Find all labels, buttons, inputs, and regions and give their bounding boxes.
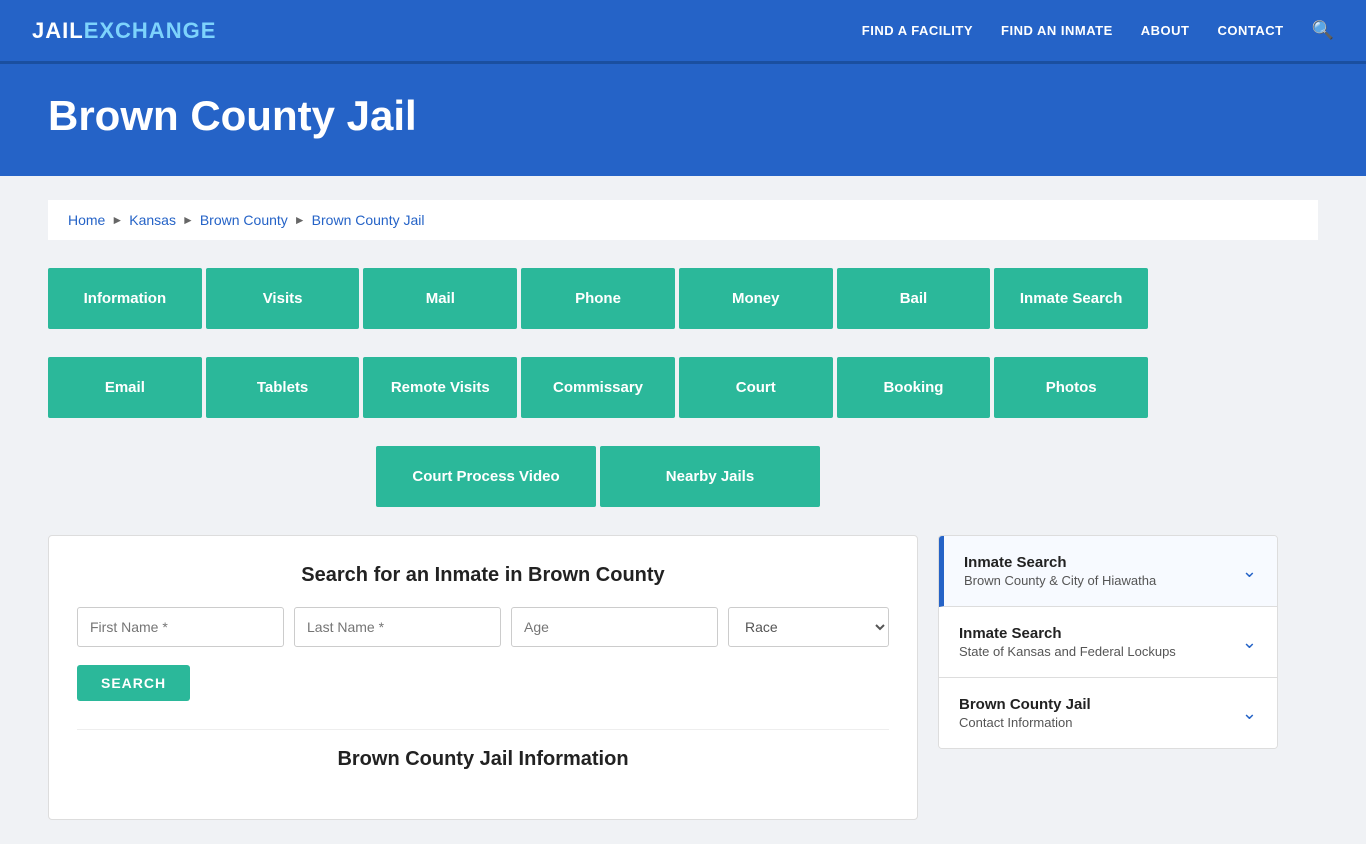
- breadcrumb-sep-1: ►: [111, 213, 123, 227]
- right-sidebar: Inmate Search Brown County & City of Hia…: [938, 535, 1278, 749]
- breadcrumb: Home ► Kansas ► Brown County ► Brown Cou…: [48, 200, 1318, 240]
- btn-mail[interactable]: Mail: [363, 268, 517, 329]
- btn-photos[interactable]: Photos: [994, 357, 1148, 418]
- breadcrumb-sep-2: ►: [182, 213, 194, 227]
- search-fields: Race White Black Hispanic Asian Native A…: [77, 607, 889, 647]
- btn-court[interactable]: Court: [679, 357, 833, 418]
- search-icon: 🔍: [1312, 20, 1334, 40]
- btn-money[interactable]: Money: [679, 268, 833, 329]
- last-name-input[interactable]: [294, 607, 501, 647]
- logo-jail: JAIL: [32, 18, 84, 44]
- sidebar-item-title-3: Brown County Jail: [959, 696, 1091, 713]
- btn-email[interactable]: Email: [48, 357, 202, 418]
- inmate-search-panel: Search for an Inmate in Brown County Rac…: [48, 535, 918, 820]
- search-icon-button[interactable]: 🔍: [1312, 20, 1334, 41]
- btn-inmate-search[interactable]: Inmate Search: [994, 268, 1148, 329]
- breadcrumb-current: Brown County Jail: [312, 212, 425, 228]
- site-logo[interactable]: JAILEXCHANGE: [32, 18, 216, 44]
- btn-booking[interactable]: Booking: [837, 357, 991, 418]
- chevron-down-icon-3: ⌄: [1242, 703, 1257, 724]
- grid-buttons-row2: Email Tablets Remote Visits Commissary C…: [48, 357, 1148, 418]
- sidebar-item-left-1: Inmate Search Brown County & City of Hia…: [964, 554, 1156, 588]
- btn-tablets[interactable]: Tablets: [206, 357, 360, 418]
- btn-nearby-jails[interactable]: Nearby Jails: [600, 446, 820, 507]
- first-name-input[interactable]: [77, 607, 284, 647]
- main-content: Home ► Kansas ► Brown County ► Brown Cou…: [0, 176, 1366, 844]
- inmate-search-button[interactable]: SEARCH: [77, 665, 190, 701]
- sidebar-item-left-2: Inmate Search State of Kansas and Federa…: [959, 625, 1176, 659]
- sidebar-item-inmate-search-local[interactable]: Inmate Search Brown County & City of Hia…: [939, 536, 1277, 607]
- breadcrumb-kansas[interactable]: Kansas: [129, 212, 176, 228]
- btn-phone[interactable]: Phone: [521, 268, 675, 329]
- sidebar-item-subtitle-1: Brown County & City of Hiawatha: [964, 573, 1156, 588]
- navbar: JAILEXCHANGE FIND A FACILITY FIND AN INM…: [0, 0, 1366, 64]
- sidebar-item-subtitle-2: State of Kansas and Federal Lockups: [959, 644, 1176, 659]
- btn-remote-visits[interactable]: Remote Visits: [363, 357, 517, 418]
- breadcrumb-home[interactable]: Home: [68, 212, 105, 228]
- nav-links: FIND A FACILITY FIND AN INMATE ABOUT CON…: [862, 20, 1334, 41]
- grid-buttons-row1: Information Visits Mail Phone Money Bail…: [48, 268, 1148, 329]
- grid-buttons-row3: Court Process Video Nearby Jails: [48, 446, 1148, 507]
- btn-court-process-video[interactable]: Court Process Video: [376, 446, 596, 507]
- btn-bail[interactable]: Bail: [837, 268, 991, 329]
- nav-contact[interactable]: CONTACT: [1217, 23, 1283, 38]
- sidebar-item-contact-info[interactable]: Brown County Jail Contact Information ⌄: [939, 678, 1277, 748]
- chevron-down-icon-1: ⌄: [1242, 561, 1257, 582]
- sidebar-item-inmate-search-state[interactable]: Inmate Search State of Kansas and Federa…: [939, 607, 1277, 678]
- chevron-down-icon-2: ⌄: [1242, 632, 1257, 653]
- hero-section: Brown County Jail: [0, 64, 1366, 176]
- btn-visits[interactable]: Visits: [206, 268, 360, 329]
- nav-find-inmate[interactable]: FIND AN INMATE: [1001, 23, 1113, 38]
- breadcrumb-brown-county[interactable]: Brown County: [200, 212, 288, 228]
- inmate-search-title: Search for an Inmate in Brown County: [77, 564, 889, 587]
- sidebar-item-title-1: Inmate Search: [964, 554, 1156, 571]
- breadcrumb-sep-3: ►: [294, 213, 306, 227]
- age-input[interactable]: [511, 607, 718, 647]
- lower-section: Search for an Inmate in Brown County Rac…: [48, 535, 1318, 820]
- nav-about[interactable]: ABOUT: [1141, 23, 1190, 38]
- sidebar-item-left-3: Brown County Jail Contact Information: [959, 696, 1091, 730]
- race-select[interactable]: Race White Black Hispanic Asian Native A…: [728, 607, 889, 647]
- sidebar-item-subtitle-3: Contact Information: [959, 715, 1091, 730]
- btn-information[interactable]: Information: [48, 268, 202, 329]
- nav-find-facility[interactable]: FIND A FACILITY: [862, 23, 973, 38]
- page-title: Brown County Jail: [48, 92, 1318, 140]
- sidebar-item-title-2: Inmate Search: [959, 625, 1176, 642]
- btn-commissary[interactable]: Commissary: [521, 357, 675, 418]
- logo-exchange: EXCHANGE: [84, 18, 217, 44]
